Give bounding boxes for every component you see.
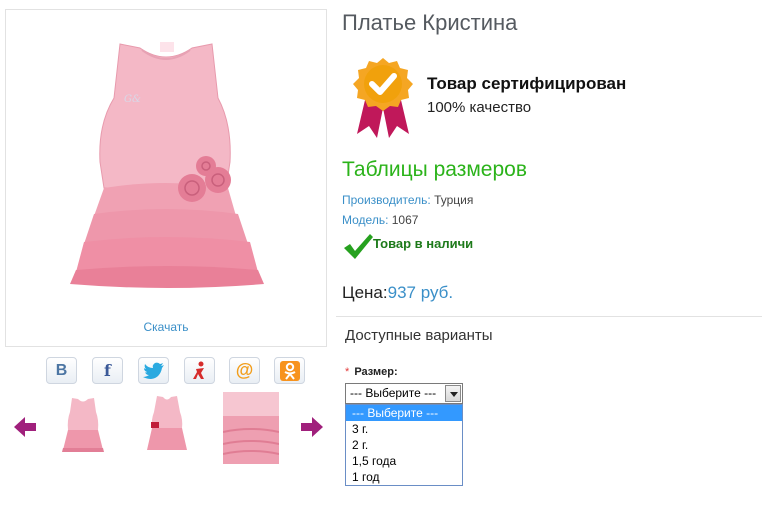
mailru-share-button[interactable]: @ [229, 357, 260, 384]
checkmark-icon [344, 234, 373, 259]
thumbnail-dress-image [147, 396, 187, 450]
size-select[interactable]: --- Выберите --- [345, 383, 463, 404]
size-option[interactable]: 1 год [346, 469, 462, 485]
next-arrow-icon[interactable] [299, 414, 325, 440]
thumbnail-1[interactable] [55, 392, 111, 458]
manufacturer-row: Производитель: Турция [342, 193, 473, 207]
download-link[interactable]: Скачать [6, 320, 326, 334]
variants-title: Доступные варианты [345, 327, 493, 344]
certificate-subtitle: 100% качество [427, 99, 532, 116]
main-product-image[interactable]: G& Скачать [5, 9, 327, 347]
price-value: 937 руб. [387, 283, 454, 302]
price-label: Цена: [342, 283, 388, 302]
odnoklassniki-share-button[interactable] [274, 357, 305, 384]
vk-share-button[interactable]: B [46, 357, 77, 384]
manufacturer-label[interactable]: Производитель: [342, 193, 431, 207]
certificate-title: Товар сертифицирован [427, 74, 627, 93]
model-value: 1067 [391, 213, 419, 227]
chevron-down-icon[interactable] [445, 385, 461, 402]
model-label: Модель: [342, 213, 389, 227]
size-option[interactable]: 1,5 года [346, 453, 462, 469]
size-option[interactable]: --- Выберите --- [346, 405, 462, 421]
certified-badge-icon [353, 58, 413, 138]
size-label-text: Размер: [354, 366, 398, 378]
price-row: Цена:937 руб. [342, 283, 453, 303]
moikrug-icon [192, 361, 204, 379]
dress-image: G& [70, 42, 264, 288]
twitter-share-button[interactable] [138, 357, 169, 384]
size-dropdown-list: --- Выберите --- 3 г. 2 г. 1,5 года 1 го… [345, 404, 463, 486]
thumbnail-dress-image [62, 398, 104, 452]
facebook-share-button[interactable]: f [92, 357, 123, 384]
model-row: Модель: 1067 [342, 213, 418, 227]
moikrug-share-button[interactable] [184, 357, 215, 384]
size-select-value: --- Выберите --- [350, 386, 437, 400]
thumbnail-2[interactable] [139, 392, 195, 458]
svg-text:G&: G& [124, 94, 141, 105]
required-mark: * [345, 366, 350, 378]
twitter-icon [142, 362, 164, 379]
previous-arrow-icon[interactable] [12, 414, 38, 440]
product-title: Платье Кристина [342, 10, 518, 35]
divider [336, 316, 762, 317]
size-option[interactable]: 3 г. [346, 421, 462, 437]
thumbnail-dress-detail-image [223, 392, 279, 464]
stock-status: Товар в наличи [373, 236, 474, 251]
facebook-icon: f [104, 361, 111, 380]
manufacturer-value: Турция [434, 193, 474, 207]
size-option[interactable]: 2 г. [346, 437, 462, 453]
size-table-link[interactable]: Таблицы размеров [342, 158, 527, 182]
mailru-icon: @ [235, 360, 254, 380]
odnoklassniki-icon [279, 360, 300, 381]
vk-icon: B [55, 361, 68, 379]
thumbnail-3[interactable] [223, 392, 279, 464]
size-label: * Размер: [345, 366, 398, 378]
